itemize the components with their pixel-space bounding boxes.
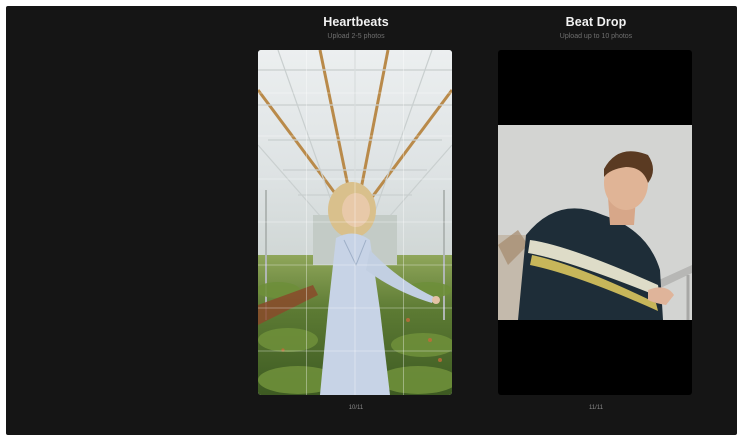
template-subtitle: Upload up to 10 photos (559, 33, 633, 40)
man-portrait-illustration (498, 125, 692, 320)
beat-drop-preview-image[interactable] (498, 50, 692, 395)
greenhouse-illustration (258, 50, 452, 395)
heartbeats-preview-image[interactable] (258, 50, 452, 395)
template-gallery: Heartbeats Upload 2-5 photos 10/11 Beat … (6, 6, 737, 435)
template-title: Heartbeats (323, 15, 389, 29)
photo-counter: 10/11 (348, 405, 364, 411)
portrait-photo (498, 125, 692, 320)
photo-counter: 11/11 (588, 405, 604, 411)
template-title: Beat Drop (565, 15, 627, 29)
template-subtitle: Upload 2-5 photos (327, 33, 385, 40)
